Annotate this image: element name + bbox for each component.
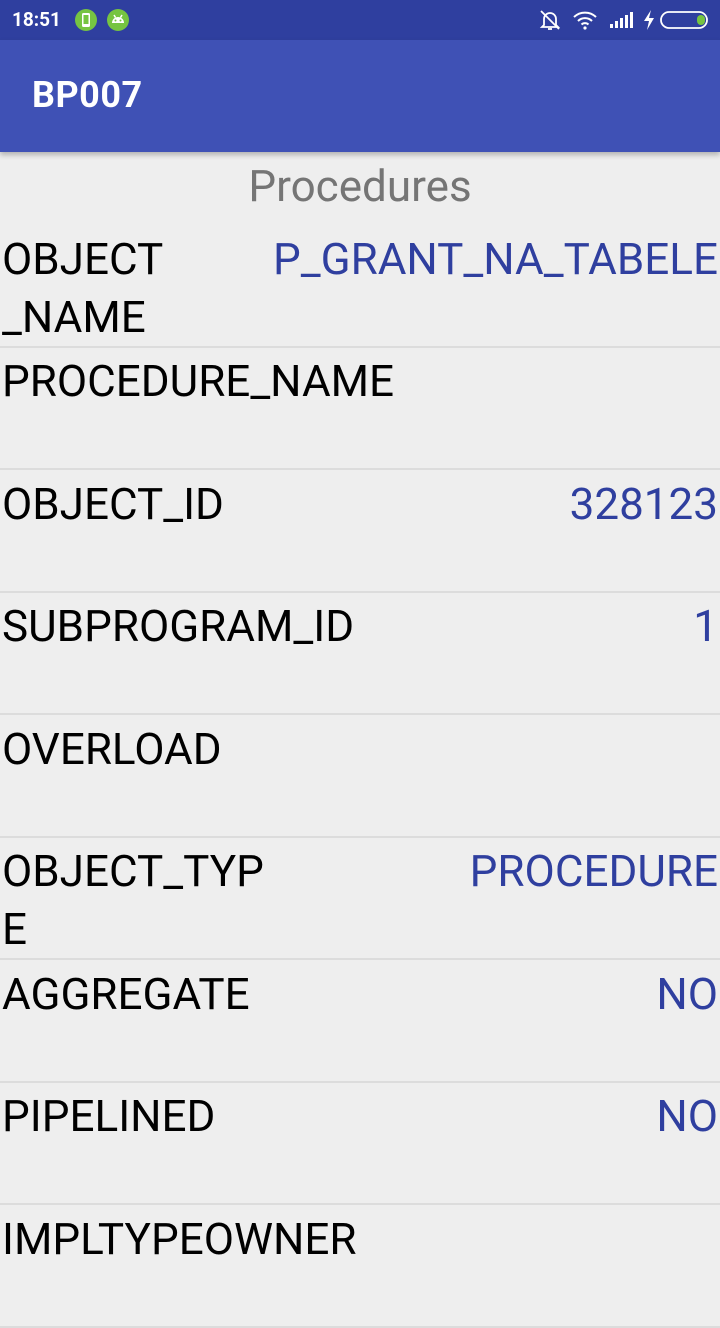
detail-row: PROCEDURE_NAME: [0, 346, 720, 470]
detail-row: OVERLOAD: [0, 714, 720, 838]
detail-label: PROCEDURE_NAME: [2, 355, 395, 407]
detail-label: OBJECT _NAME: [2, 233, 164, 343]
detail-label: SUBPROGRAM_ID: [2, 600, 355, 652]
app-bar: BP007: [0, 40, 720, 152]
detail-row: OBJECT _NAME P_GRANT_NA_TABELE: [0, 224, 720, 348]
detail-row: PIPELINED NO: [0, 1081, 720, 1205]
detail-label: OBJECT_ID: [2, 478, 224, 530]
status-bar: 18:51: [0, 0, 720, 40]
section-title: Procedures: [248, 160, 472, 212]
detail-value: NO: [656, 968, 718, 1020]
detail-label: OBJECT_TYP E: [2, 845, 264, 955]
mute-icon: [538, 8, 562, 32]
detail-label: PIPELINED: [2, 1090, 216, 1142]
detail-value: NO: [656, 1090, 718, 1142]
battery-icon: [660, 8, 712, 32]
detail-row: AGGREGATE NO: [0, 959, 720, 1083]
detail-label: OVERLOAD: [2, 723, 222, 775]
phone-notification-icon: [74, 8, 98, 32]
detail-value: 328123: [569, 478, 718, 530]
android-notification-icon: [106, 8, 130, 32]
detail-row: IMPLTYPEOWNER: [0, 1204, 720, 1328]
status-time: 18:51: [12, 8, 61, 31]
detail-value: P_GRANT_NA_TABELE: [273, 233, 718, 285]
detail-row: SUBPROGRAM_ID 1: [0, 591, 720, 715]
detail-row: OBJECT_ID 328123: [0, 469, 720, 593]
detail-label: IMPLTYPEOWNER: [2, 1213, 357, 1265]
signal-icon: [608, 8, 633, 32]
app-title: BP007: [32, 74, 143, 116]
detail-row: OBJECT_TYP E PROCEDURE: [0, 836, 720, 960]
detail-value: PROCEDURE: [469, 845, 718, 897]
detail-value: 1: [693, 600, 718, 652]
detail-label: AGGREGATE: [2, 968, 250, 1020]
charging-icon: [642, 8, 656, 32]
wifi-icon: [572, 8, 597, 32]
